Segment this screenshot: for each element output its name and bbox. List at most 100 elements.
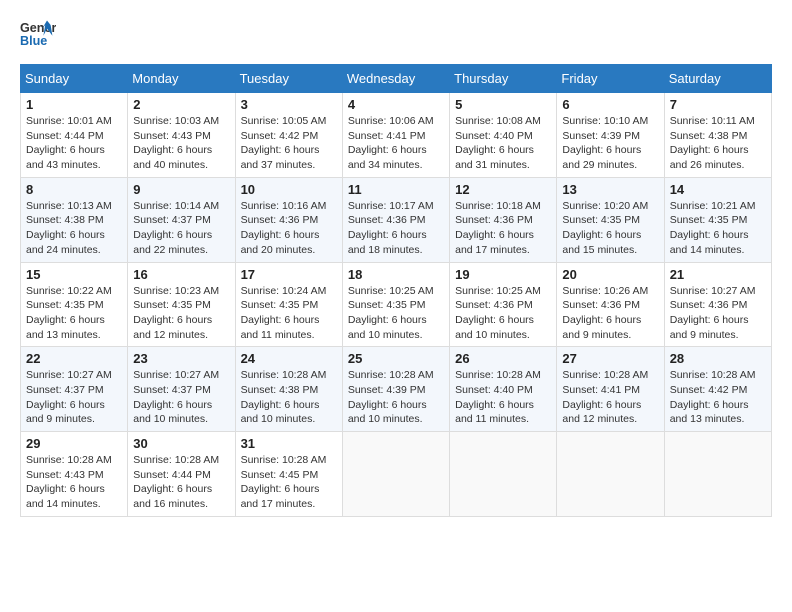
day-number: 11 bbox=[348, 182, 444, 197]
day-info: Sunrise: 10:10 AMSunset: 4:39 PMDaylight… bbox=[562, 114, 658, 173]
day-number: 7 bbox=[670, 97, 766, 112]
calendar-cell: 4 Sunrise: 10:06 AMSunset: 4:41 PMDaylig… bbox=[342, 93, 449, 178]
day-number: 20 bbox=[562, 267, 658, 282]
day-number: 15 bbox=[26, 267, 122, 282]
calendar-cell: 12 Sunrise: 10:18 AMSunset: 4:36 PMDayli… bbox=[450, 177, 557, 262]
calendar-cell: 22 Sunrise: 10:27 AMSunset: 4:37 PMDayli… bbox=[21, 347, 128, 432]
day-number: 14 bbox=[670, 182, 766, 197]
calendar-cell: 13 Sunrise: 10:20 AMSunset: 4:35 PMDayli… bbox=[557, 177, 664, 262]
day-info: Sunrise: 10:17 AMSunset: 4:36 PMDaylight… bbox=[348, 199, 444, 258]
calendar-cell: 8 Sunrise: 10:13 AMSunset: 4:38 PMDaylig… bbox=[21, 177, 128, 262]
day-number: 9 bbox=[133, 182, 229, 197]
calendar-cell: 28 Sunrise: 10:28 AMSunset: 4:42 PMDayli… bbox=[664, 347, 771, 432]
calendar-cell: 16 Sunrise: 10:23 AMSunset: 4:35 PMDayli… bbox=[128, 262, 235, 347]
day-info: Sunrise: 10:23 AMSunset: 4:35 PMDaylight… bbox=[133, 284, 229, 343]
day-number: 30 bbox=[133, 436, 229, 451]
day-number: 27 bbox=[562, 351, 658, 366]
calendar-cell bbox=[557, 432, 664, 517]
day-number: 25 bbox=[348, 351, 444, 366]
calendar-cell: 10 Sunrise: 10:16 AMSunset: 4:36 PMDayli… bbox=[235, 177, 342, 262]
day-number: 12 bbox=[455, 182, 551, 197]
weekday-header-monday: Monday bbox=[128, 65, 235, 93]
day-info: Sunrise: 10:13 AMSunset: 4:38 PMDaylight… bbox=[26, 199, 122, 258]
day-number: 31 bbox=[241, 436, 337, 451]
calendar-cell bbox=[342, 432, 449, 517]
svg-text:Blue: Blue bbox=[20, 34, 47, 48]
day-info: Sunrise: 10:28 AMSunset: 4:43 PMDaylight… bbox=[26, 453, 122, 512]
day-info: Sunrise: 10:05 AMSunset: 4:42 PMDaylight… bbox=[241, 114, 337, 173]
logo: General Blue bbox=[20, 16, 56, 52]
day-info: Sunrise: 10:21 AMSunset: 4:35 PMDaylight… bbox=[670, 199, 766, 258]
calendar-cell: 18 Sunrise: 10:25 AMSunset: 4:35 PMDayli… bbox=[342, 262, 449, 347]
calendar-cell: 19 Sunrise: 10:25 AMSunset: 4:36 PMDayli… bbox=[450, 262, 557, 347]
day-info: Sunrise: 10:22 AMSunset: 4:35 PMDaylight… bbox=[26, 284, 122, 343]
day-number: 19 bbox=[455, 267, 551, 282]
day-number: 10 bbox=[241, 182, 337, 197]
weekday-header-saturday: Saturday bbox=[664, 65, 771, 93]
weekday-header-tuesday: Tuesday bbox=[235, 65, 342, 93]
calendar-cell: 11 Sunrise: 10:17 AMSunset: 4:36 PMDayli… bbox=[342, 177, 449, 262]
day-number: 29 bbox=[26, 436, 122, 451]
day-number: 2 bbox=[133, 97, 229, 112]
day-number: 6 bbox=[562, 97, 658, 112]
day-number: 23 bbox=[133, 351, 229, 366]
day-info: Sunrise: 10:28 AMSunset: 4:40 PMDaylight… bbox=[455, 368, 551, 427]
calendar-cell: 21 Sunrise: 10:27 AMSunset: 4:36 PMDayli… bbox=[664, 262, 771, 347]
day-info: Sunrise: 10:08 AMSunset: 4:40 PMDaylight… bbox=[455, 114, 551, 173]
day-info: Sunrise: 10:16 AMSunset: 4:36 PMDaylight… bbox=[241, 199, 337, 258]
calendar-cell: 1 Sunrise: 10:01 AMSunset: 4:44 PMDaylig… bbox=[21, 93, 128, 178]
day-info: Sunrise: 10:25 AMSunset: 4:36 PMDaylight… bbox=[455, 284, 551, 343]
day-info: Sunrise: 10:20 AMSunset: 4:35 PMDaylight… bbox=[562, 199, 658, 258]
calendar-cell: 24 Sunrise: 10:28 AMSunset: 4:38 PMDayli… bbox=[235, 347, 342, 432]
day-number: 28 bbox=[670, 351, 766, 366]
day-number: 8 bbox=[26, 182, 122, 197]
calendar-cell: 31 Sunrise: 10:28 AMSunset: 4:45 PMDayli… bbox=[235, 432, 342, 517]
calendar-cell: 20 Sunrise: 10:26 AMSunset: 4:36 PMDayli… bbox=[557, 262, 664, 347]
calendar-cell: 7 Sunrise: 10:11 AMSunset: 4:38 PMDaylig… bbox=[664, 93, 771, 178]
calendar-cell: 15 Sunrise: 10:22 AMSunset: 4:35 PMDayli… bbox=[21, 262, 128, 347]
calendar-cell: 14 Sunrise: 10:21 AMSunset: 4:35 PMDayli… bbox=[664, 177, 771, 262]
calendar-cell bbox=[450, 432, 557, 517]
day-info: Sunrise: 10:03 AMSunset: 4:43 PMDaylight… bbox=[133, 114, 229, 173]
day-number: 16 bbox=[133, 267, 229, 282]
day-info: Sunrise: 10:27 AMSunset: 4:37 PMDaylight… bbox=[133, 368, 229, 427]
weekday-header-friday: Friday bbox=[557, 65, 664, 93]
day-info: Sunrise: 10:24 AMSunset: 4:35 PMDaylight… bbox=[241, 284, 337, 343]
calendar-cell: 29 Sunrise: 10:28 AMSunset: 4:43 PMDayli… bbox=[21, 432, 128, 517]
calendar-cell bbox=[664, 432, 771, 517]
logo-icon: General Blue bbox=[20, 16, 56, 52]
day-number: 24 bbox=[241, 351, 337, 366]
day-info: Sunrise: 10:28 AMSunset: 4:41 PMDaylight… bbox=[562, 368, 658, 427]
calendar-cell: 17 Sunrise: 10:24 AMSunset: 4:35 PMDayli… bbox=[235, 262, 342, 347]
calendar-cell: 26 Sunrise: 10:28 AMSunset: 4:40 PMDayli… bbox=[450, 347, 557, 432]
day-info: Sunrise: 10:28 AMSunset: 4:39 PMDaylight… bbox=[348, 368, 444, 427]
calendar-cell: 23 Sunrise: 10:27 AMSunset: 4:37 PMDayli… bbox=[128, 347, 235, 432]
day-info: Sunrise: 10:18 AMSunset: 4:36 PMDaylight… bbox=[455, 199, 551, 258]
calendar-cell: 9 Sunrise: 10:14 AMSunset: 4:37 PMDaylig… bbox=[128, 177, 235, 262]
day-number: 1 bbox=[26, 97, 122, 112]
day-number: 4 bbox=[348, 97, 444, 112]
calendar-cell: 25 Sunrise: 10:28 AMSunset: 4:39 PMDayli… bbox=[342, 347, 449, 432]
day-number: 5 bbox=[455, 97, 551, 112]
day-info: Sunrise: 10:27 AMSunset: 4:37 PMDaylight… bbox=[26, 368, 122, 427]
day-number: 3 bbox=[241, 97, 337, 112]
day-number: 17 bbox=[241, 267, 337, 282]
day-number: 18 bbox=[348, 267, 444, 282]
day-info: Sunrise: 10:28 AMSunset: 4:42 PMDaylight… bbox=[670, 368, 766, 427]
day-number: 26 bbox=[455, 351, 551, 366]
day-info: Sunrise: 10:28 AMSunset: 4:38 PMDaylight… bbox=[241, 368, 337, 427]
calendar-table: SundayMondayTuesdayWednesdayThursdayFrid… bbox=[20, 64, 772, 517]
day-info: Sunrise: 10:06 AMSunset: 4:41 PMDaylight… bbox=[348, 114, 444, 173]
day-info: Sunrise: 10:11 AMSunset: 4:38 PMDaylight… bbox=[670, 114, 766, 173]
calendar-cell: 3 Sunrise: 10:05 AMSunset: 4:42 PMDaylig… bbox=[235, 93, 342, 178]
weekday-header-thursday: Thursday bbox=[450, 65, 557, 93]
calendar-cell: 2 Sunrise: 10:03 AMSunset: 4:43 PMDaylig… bbox=[128, 93, 235, 178]
day-info: Sunrise: 10:01 AMSunset: 4:44 PMDaylight… bbox=[26, 114, 122, 173]
calendar-cell: 5 Sunrise: 10:08 AMSunset: 4:40 PMDaylig… bbox=[450, 93, 557, 178]
day-info: Sunrise: 10:26 AMSunset: 4:36 PMDaylight… bbox=[562, 284, 658, 343]
day-number: 13 bbox=[562, 182, 658, 197]
day-info: Sunrise: 10:14 AMSunset: 4:37 PMDaylight… bbox=[133, 199, 229, 258]
day-info: Sunrise: 10:28 AMSunset: 4:44 PMDaylight… bbox=[133, 453, 229, 512]
calendar-cell: 27 Sunrise: 10:28 AMSunset: 4:41 PMDayli… bbox=[557, 347, 664, 432]
day-info: Sunrise: 10:25 AMSunset: 4:35 PMDaylight… bbox=[348, 284, 444, 343]
